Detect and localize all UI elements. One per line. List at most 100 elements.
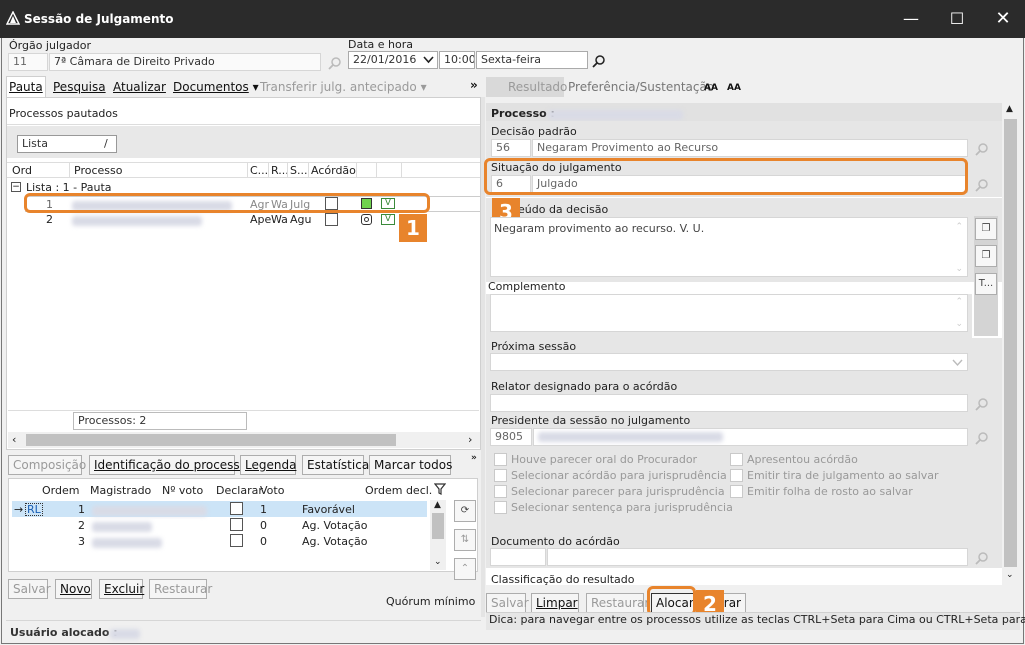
scroll-left-icon[interactable]: ‹: [12, 433, 16, 446]
font-increase-button[interactable]: AA: [704, 79, 718, 97]
documento-code-field[interactable]: [490, 548, 546, 566]
time-field[interactable]: 10:00: [439, 51, 475, 69]
copy-icon[interactable]: ❐: [975, 218, 997, 240]
salvar-composicao-button[interactable]: Salvar: [8, 579, 51, 599]
col-c[interactable]: C...: [250, 164, 268, 177]
col-s[interactable]: S...: [290, 164, 307, 177]
sel-parecer-checkbox[interactable]: [494, 485, 507, 498]
excluir-button[interactable]: Excluir: [99, 579, 144, 599]
row-acordao-checkbox[interactable]: [325, 213, 338, 226]
limpar-button[interactable]: Limpar: [531, 593, 579, 613]
situacao-search-icon[interactable]: [975, 178, 989, 192]
relator-search-icon[interactable]: [975, 397, 989, 411]
decisao-code-field[interactable]: 56: [491, 139, 531, 157]
chevron-down-icon[interactable]: [423, 55, 434, 65]
font-decrease-button[interactable]: AA: [727, 79, 741, 97]
decisao-search-icon[interactable]: [975, 142, 989, 156]
atualizar-button[interactable]: Atualizar: [113, 78, 166, 96]
declarar-checkbox[interactable]: [230, 534, 243, 547]
sel-acordao-checkbox[interactable]: [494, 469, 507, 482]
decisao-text-field[interactable]: Negaram Provimento ao Recurso: [532, 139, 968, 157]
scroll-up-icon[interactable]: ▲: [434, 500, 441, 510]
chevron-down-icon[interactable]: [952, 358, 963, 367]
col-acordao[interactable]: Acórdão: [311, 164, 356, 177]
tab-pauta[interactable]: Pauta: [9, 78, 43, 96]
tab-legenda[interactable]: Legenda: [240, 455, 296, 475]
col-ordem[interactable]: Ordem: [42, 484, 79, 497]
collapse-group-icon[interactable]: −: [11, 182, 21, 192]
col-declarar[interactable]: Declarar: [216, 484, 263, 497]
parecer-oral-checkbox[interactable]: [494, 453, 507, 466]
vscroll-thumb[interactable]: [432, 513, 444, 539]
tab-preferencia[interactable]: Preferência/Sustentação: [568, 78, 714, 96]
tab-pesquisa[interactable]: Pesquisa: [53, 78, 106, 96]
marcar-todos-button[interactable]: Marcar todos: [369, 455, 452, 475]
scroll-right-icon[interactable]: ›: [468, 433, 472, 446]
textarea-scroll-down-icon[interactable]: ⌄: [955, 319, 963, 329]
complemento-textarea[interactable]: ⌃ ⌄: [490, 294, 968, 332]
tab-resultado[interactable]: Resultado: [508, 78, 567, 96]
presidente-name-field[interactable]: [533, 428, 968, 446]
maximize-button[interactable]: ☐: [934, 0, 980, 38]
col-magistrado[interactable]: Magistrado: [90, 484, 151, 497]
row-voto: Favorável: [302, 503, 355, 516]
paste-icon[interactable]: ❐: [975, 245, 997, 267]
orgao-name-field[interactable]: 7ª Câmara de Direito Privado: [49, 53, 321, 71]
documento-field[interactable]: [547, 548, 968, 566]
tab-identificacao[interactable]: Identificação do processo: [89, 455, 247, 475]
text-format-icon[interactable]: T...: [975, 273, 997, 295]
conteudo-textarea[interactable]: Negaram provimento ao recurso. V. U. ⌃ ⌄: [490, 217, 968, 277]
emitir-folha-checkbox[interactable]: [730, 485, 743, 498]
presidente-name-blurred: [538, 432, 723, 442]
minimize-button[interactable]: —: [888, 0, 934, 38]
composicao-overflow-button[interactable]: »: [471, 453, 477, 463]
orgao-code-field[interactable]: 11: [8, 53, 48, 71]
apresentou-acordao-checkbox[interactable]: [730, 453, 743, 466]
refresh-icon[interactable]: ⟳: [454, 500, 476, 522]
textarea-scroll-up-icon[interactable]: ⌃: [955, 297, 963, 307]
textarea-scroll-up-icon[interactable]: ⌃: [955, 222, 963, 232]
declarar-checkbox[interactable]: [230, 502, 243, 515]
restaurar-composicao-button[interactable]: Restaurar: [149, 579, 212, 599]
hint-text: Dica: para navegar entre os processos ut…: [489, 613, 1025, 626]
quorum-label: Quórum mínimo: [386, 595, 476, 608]
relator-field[interactable]: [490, 394, 968, 412]
col-voto[interactable]: Voto: [260, 484, 284, 497]
novo-button[interactable]: Novo: [55, 579, 92, 599]
tab-composicao[interactable]: Composição: [8, 455, 86, 475]
salvar-button[interactable]: Salvar: [486, 593, 529, 613]
view-select[interactable]: Lista /: [17, 135, 117, 153]
scroll-up-icon[interactable]: ▲: [1006, 104, 1013, 114]
presidente-code-field[interactable]: 9805: [490, 428, 532, 446]
proxima-sessao-select[interactable]: [490, 353, 968, 371]
tab-estatistica[interactable]: Estatística: [302, 455, 369, 475]
hscroll-thumb[interactable]: [26, 434, 396, 446]
filter-icon[interactable]: [434, 482, 446, 496]
date-search-icon[interactable]: [592, 54, 606, 68]
presidente-search-icon[interactable]: [975, 431, 989, 445]
classificacao-label: Classificação do resultado: [491, 573, 635, 586]
col-processo[interactable]: Processo: [74, 164, 122, 177]
col-nvoto[interactable]: Nº voto: [162, 484, 203, 497]
table-row[interactable]: [12, 501, 427, 517]
textarea-scroll-down-icon[interactable]: ⌄: [955, 264, 963, 274]
declarar-checkbox[interactable]: [230, 518, 243, 531]
move-up-icon[interactable]: ⌃: [454, 558, 476, 580]
col-ord[interactable]: Ord: [12, 164, 32, 177]
restaurar-button[interactable]: Restaurar: [586, 593, 649, 613]
date-value: 22/01/2016: [353, 53, 417, 66]
sel-sentenca-checkbox[interactable]: [494, 501, 507, 514]
close-button[interactable]: ✕: [980, 0, 1025, 38]
date-field[interactable]: 22/01/2016: [348, 51, 438, 69]
col-ordem-decl[interactable]: Ordem decl.: [365, 484, 432, 497]
toolbar-overflow-button[interactable]: »: [470, 76, 478, 94]
detail-vscroll-thumb[interactable]: [1004, 119, 1017, 567]
scroll-down-icon[interactable]: ⌄: [1006, 570, 1014, 580]
swap-order-icon[interactable]: ⇅: [454, 529, 476, 551]
documento-search-icon[interactable]: [975, 551, 989, 565]
scroll-down-icon[interactable]: ⌄: [434, 557, 442, 567]
orgao-search-icon[interactable]: [328, 56, 342, 70]
transferir-button[interactable]: Transferir julg. antecipado ▾: [260, 78, 427, 96]
emitir-tira-checkbox[interactable]: [730, 469, 743, 482]
documentos-menu[interactable]: Documentos ▾: [173, 78, 259, 96]
